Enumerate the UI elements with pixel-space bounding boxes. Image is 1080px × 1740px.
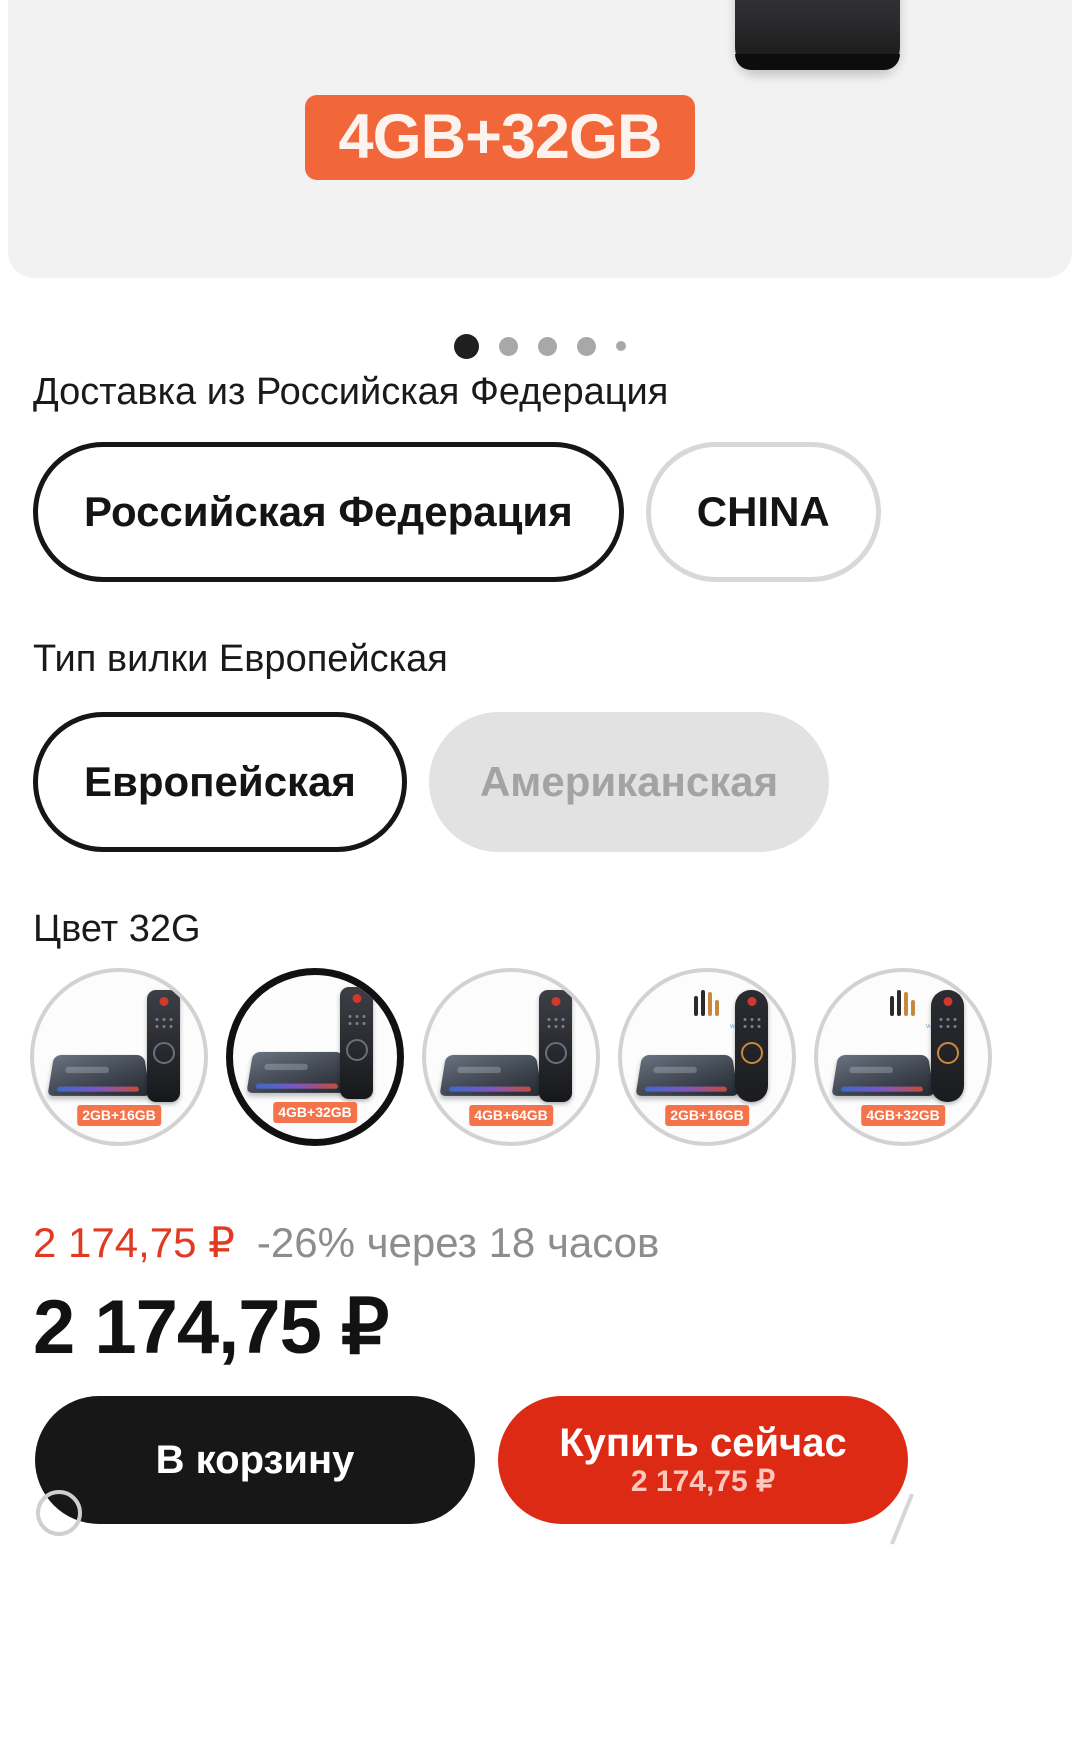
plug-option-american[interactable]: Американская bbox=[428, 712, 830, 852]
keypad-icon bbox=[741, 1016, 762, 1032]
remote-icon bbox=[340, 987, 373, 1099]
variant-badge: 2GB+16GB bbox=[77, 1104, 161, 1126]
next-section-divider bbox=[890, 1493, 914, 1545]
voice-mic-icon bbox=[886, 990, 928, 1026]
carousel-dot-4[interactable] bbox=[577, 336, 596, 356]
variant-badge: 4GB+32GB bbox=[861, 1104, 945, 1126]
color-variant-3[interactable]: 4GB+64GB bbox=[422, 968, 600, 1146]
plug-type-label: Тип вилки Европейская bbox=[33, 638, 448, 680]
color-variant-1[interactable]: 2GB+16GB bbox=[30, 968, 208, 1146]
variant-badge: 4GB+32GB bbox=[273, 1101, 357, 1123]
power-button-icon bbox=[943, 997, 952, 1006]
voice-mic-icon bbox=[690, 990, 732, 1026]
carousel-dot-2[interactable] bbox=[499, 336, 518, 356]
color-variant-4[interactable]: Voice 2GB+16GB bbox=[618, 968, 796, 1146]
variant-badge: 4GB+64GB bbox=[469, 1104, 553, 1126]
remote-icon bbox=[147, 990, 180, 1102]
main-price: 2 174,75 ₽ bbox=[33, 1285, 389, 1370]
color-label: Цвет 32G bbox=[33, 908, 201, 950]
carousel-dot-1[interactable] bbox=[454, 333, 479, 359]
air-mouse-remote-icon bbox=[931, 990, 964, 1102]
promo-price: 2 174,75 ₽ bbox=[33, 1219, 235, 1266]
plug-option-european[interactable]: Европейская bbox=[33, 712, 407, 852]
dpad-icon bbox=[544, 1042, 567, 1064]
power-button-icon bbox=[551, 997, 560, 1006]
carousel-dot-3[interactable] bbox=[538, 336, 557, 356]
promo-note: -26% через 18 часов bbox=[256, 1219, 660, 1266]
color-variant-2[interactable]: 4GB+32GB bbox=[226, 968, 404, 1146]
delivery-options: Российская Федерация CHINA bbox=[33, 442, 881, 582]
carousel-dots[interactable] bbox=[0, 330, 1080, 362]
power-button-icon bbox=[747, 997, 756, 1006]
tv-box-icon bbox=[439, 1054, 543, 1096]
air-mouse-remote-icon bbox=[735, 990, 768, 1102]
product-gallery[interactable]: 4GB+32GB bbox=[8, 0, 1072, 278]
buy-now-label: Купить сейчас bbox=[559, 1421, 847, 1466]
add-to-cart-button[interactable]: В корзину bbox=[35, 1396, 475, 1524]
carousel-dot-5[interactable] bbox=[616, 341, 626, 351]
power-button-icon bbox=[352, 994, 361, 1003]
keypad-icon bbox=[545, 1016, 566, 1032]
plug-type-options: Европейская Американская bbox=[33, 712, 830, 852]
dpad-icon bbox=[936, 1042, 959, 1064]
spec-badge: 4GB+32GB bbox=[305, 95, 695, 180]
tv-box-device-icon bbox=[735, 0, 900, 70]
delivery-option-china[interactable]: CHINA bbox=[645, 442, 881, 582]
power-button-icon bbox=[159, 997, 168, 1006]
tv-box-icon bbox=[831, 1054, 935, 1096]
buy-now-price: 2 174,75 ₽ bbox=[630, 1465, 776, 1499]
keypad-icon bbox=[937, 1016, 958, 1032]
tv-box-icon bbox=[246, 1051, 350, 1093]
spec-badge-label: 4GB+32GB bbox=[338, 102, 663, 172]
next-section-avatar bbox=[36, 1490, 82, 1536]
keypad-icon bbox=[346, 1013, 367, 1029]
color-variant-list: 2GB+16GB 4GB+32GB 4GB+64GB 2GB+16GB 4GB+… bbox=[30, 968, 992, 1146]
dpad-icon bbox=[152, 1042, 175, 1064]
tv-box-icon bbox=[635, 1054, 739, 1096]
dpad-icon bbox=[740, 1042, 763, 1064]
keypad-icon bbox=[153, 1016, 174, 1032]
promo-price-row: 2 174,75 ₽ -26% через 18 часов bbox=[33, 1218, 659, 1267]
dpad-icon bbox=[345, 1039, 368, 1061]
variant-badge: 2GB+16GB bbox=[665, 1104, 749, 1126]
color-variant-5[interactable]: Voice 4GB+32GB bbox=[814, 968, 992, 1146]
buy-now-button[interactable]: Купить сейчас 2 174,75 ₽ bbox=[498, 1396, 908, 1524]
delivery-option-russia[interactable]: Российская Федерация bbox=[33, 442, 624, 582]
product-page: 4GB+32GB Доставка из Российская Федераци… bbox=[0, 0, 1080, 1740]
delivery-label: Доставка из Российская Федерация bbox=[33, 371, 669, 413]
remote-icon bbox=[539, 990, 572, 1102]
tv-box-icon bbox=[47, 1054, 151, 1096]
